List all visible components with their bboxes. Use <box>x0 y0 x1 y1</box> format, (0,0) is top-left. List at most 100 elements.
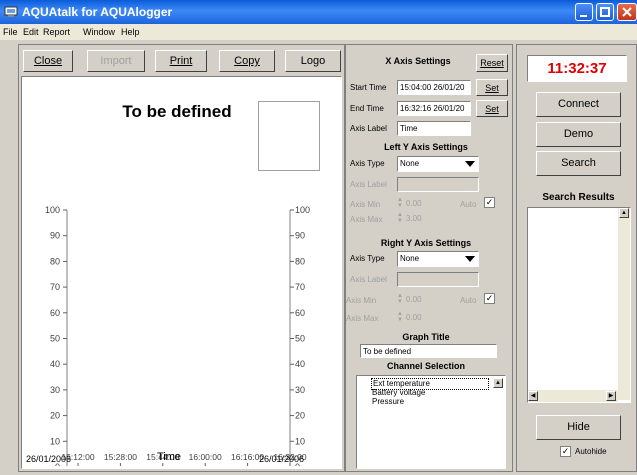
right-tick-label: 80 <box>295 256 305 266</box>
menu-bar: File Edit Report Window Help <box>0 24 637 40</box>
start-time-field[interactable]: 15:04:00 26/01/20 <box>397 80 471 95</box>
right-tick-label: 20 <box>295 411 305 421</box>
right-max-spinner[interactable]: ▲ ▼ <box>397 311 403 323</box>
right-axis-label-label: Axis Label <box>350 275 387 284</box>
x-tick-label: 16:00:00 <box>189 452 222 462</box>
x-axis-label-field[interactable]: Time <box>397 121 471 136</box>
right-tick-label: 30 <box>295 385 305 395</box>
right-tick-label: 40 <box>295 359 305 369</box>
search-button[interactable]: Search <box>536 151 621 176</box>
horizontal-scrollbar[interactable]: ◀ ▶ <box>528 390 618 402</box>
copy-button[interactable]: Copy <box>219 50 275 72</box>
scroll-left-button[interactable]: ◀ <box>528 391 538 401</box>
right-axis-type-value: None <box>400 254 420 263</box>
chart-svg: 1009080706050403020100100908070605040302… <box>45 205 310 466</box>
minimize-button[interactable] <box>575 3 593 21</box>
left-tick-label: 60 <box>50 308 60 318</box>
close-icon <box>622 7 632 17</box>
left-axis-label-field[interactable] <box>397 177 479 192</box>
left-auto-label: Auto <box>460 200 477 209</box>
menu-window[interactable]: Window <box>83 27 115 37</box>
left-tick-label: 40 <box>50 359 60 369</box>
left-y-heading: Left Y Axis Settings <box>384 142 468 152</box>
left-axis-type-select[interactable]: None <box>397 156 479 172</box>
x-axis-label: Time <box>157 451 182 463</box>
left-auto-checkbox[interactable]: ✓ <box>484 197 495 208</box>
left-tick-label: 70 <box>50 282 60 292</box>
end-time-field[interactable]: 16:32:16 26/01/20 <box>397 101 471 116</box>
chevron-down-icon <box>465 256 475 262</box>
list-item[interactable]: Pressure <box>372 397 404 407</box>
settings-panel: X Axis Settings Reset Start Time 15:04:0… <box>345 44 513 472</box>
right-auto-label: Auto <box>460 296 477 305</box>
close-window-button[interactable] <box>617 3 637 21</box>
left-axis-min-label: Axis Min <box>350 200 381 209</box>
scroll-up-button[interactable]: ▲ <box>493 378 503 388</box>
right-axis-label-field[interactable] <box>397 272 479 287</box>
left-tick-label: 100 <box>45 205 60 215</box>
menu-edit[interactable]: Edit <box>23 27 39 37</box>
scroll-right-button[interactable]: ▶ <box>606 391 616 401</box>
left-tick-label: 50 <box>50 334 60 344</box>
scroll-up-button[interactable]: ▲ <box>619 208 629 218</box>
set-end-button[interactable]: Set <box>476 100 508 117</box>
channel-list[interactable]: Ext temperature Battery voltage Pressure… <box>356 375 506 469</box>
clock-display: 11:32:37 <box>527 55 627 82</box>
start-date: 26/01/2006 <box>26 454 72 464</box>
left-tick-label: 30 <box>50 385 60 395</box>
right-panel: 11:32:37 Connect Demo Search Search Resu… <box>516 44 637 472</box>
maximize-icon <box>600 7 610 17</box>
autohide-checkbox[interactable]: ✓ <box>560 446 571 457</box>
maximize-button[interactable] <box>596 3 614 21</box>
search-results-heading: Search Results <box>542 192 615 203</box>
hide-button[interactable]: Hide <box>536 415 621 440</box>
menu-file[interactable]: File <box>3 27 18 37</box>
right-tick-label: 100 <box>295 205 310 215</box>
import-button[interactable]: Import <box>87 50 145 72</box>
reset-button[interactable]: Reset <box>476 54 508 72</box>
left-axis-max-label: Axis Max <box>350 215 383 224</box>
graph-title-heading: Graph Title <box>402 332 450 342</box>
left-min-spinner[interactable]: ▲ ▼ <box>397 197 403 209</box>
autohide-label: Autohide <box>575 447 607 456</box>
search-results-list[interactable]: ▲ ◀ ▶ <box>527 207 631 403</box>
graph-panel: Close Import Print Copy Logo To be defin… <box>18 44 345 472</box>
vertical-scrollbar[interactable]: ▲ <box>618 208 630 400</box>
set-start-button[interactable]: Set <box>476 79 508 96</box>
left-axis-type-value: None <box>400 159 420 168</box>
print-button[interactable]: Print <box>155 50 207 72</box>
x-axis-settings-heading: X Axis Settings <box>385 56 451 66</box>
graph-area: To be defined 10090807060504030201001009… <box>21 76 342 469</box>
left-axis-min-field[interactable]: 0.00 <box>404 197 438 210</box>
left-tick-label: 10 <box>50 436 60 446</box>
menu-help[interactable]: Help <box>121 27 140 37</box>
right-axis-type-label: Axis Type <box>350 254 385 263</box>
right-tick-label: 60 <box>295 308 305 318</box>
end-time-label: End Time <box>350 104 384 113</box>
end-date: 26/01/2006 <box>259 454 305 464</box>
right-min-spinner[interactable]: ▲ ▼ <box>397 293 403 305</box>
right-tick-label: 50 <box>295 334 305 344</box>
channel-selection-heading: Channel Selection <box>386 361 466 371</box>
demo-button[interactable]: Demo <box>536 122 621 147</box>
window-title: AQUAtalk for AQUAlogger <box>22 5 173 19</box>
minimize-icon <box>580 15 587 17</box>
left-axis-max-field[interactable]: 3.00 <box>404 212 438 225</box>
right-axis-min-field[interactable]: 0.00 <box>404 293 438 306</box>
start-time-label: Start Time <box>350 83 387 92</box>
right-tick-label: 70 <box>295 282 305 292</box>
right-axis-max-field[interactable]: 0.00 <box>404 311 438 324</box>
left-max-spinner[interactable]: ▲ ▼ <box>397 212 403 224</box>
x-axis-label-label: Axis Label <box>350 124 387 133</box>
right-axis-min-label: Axis Min <box>346 296 377 305</box>
graph-title-field[interactable]: To be defined <box>360 344 497 358</box>
x-tick-label: 15:28:00 <box>104 452 137 462</box>
right-auto-checkbox[interactable]: ✓ <box>484 293 495 304</box>
menu-report[interactable]: Report <box>43 27 70 37</box>
right-axis-type-select[interactable]: None <box>397 251 479 267</box>
logo-button[interactable]: Logo <box>285 50 341 72</box>
connect-button[interactable]: Connect <box>536 92 621 117</box>
right-axis-max-label: Axis Max <box>346 314 379 323</box>
close-button[interactable]: Close <box>23 50 73 72</box>
right-tick-label: 10 <box>295 436 305 446</box>
